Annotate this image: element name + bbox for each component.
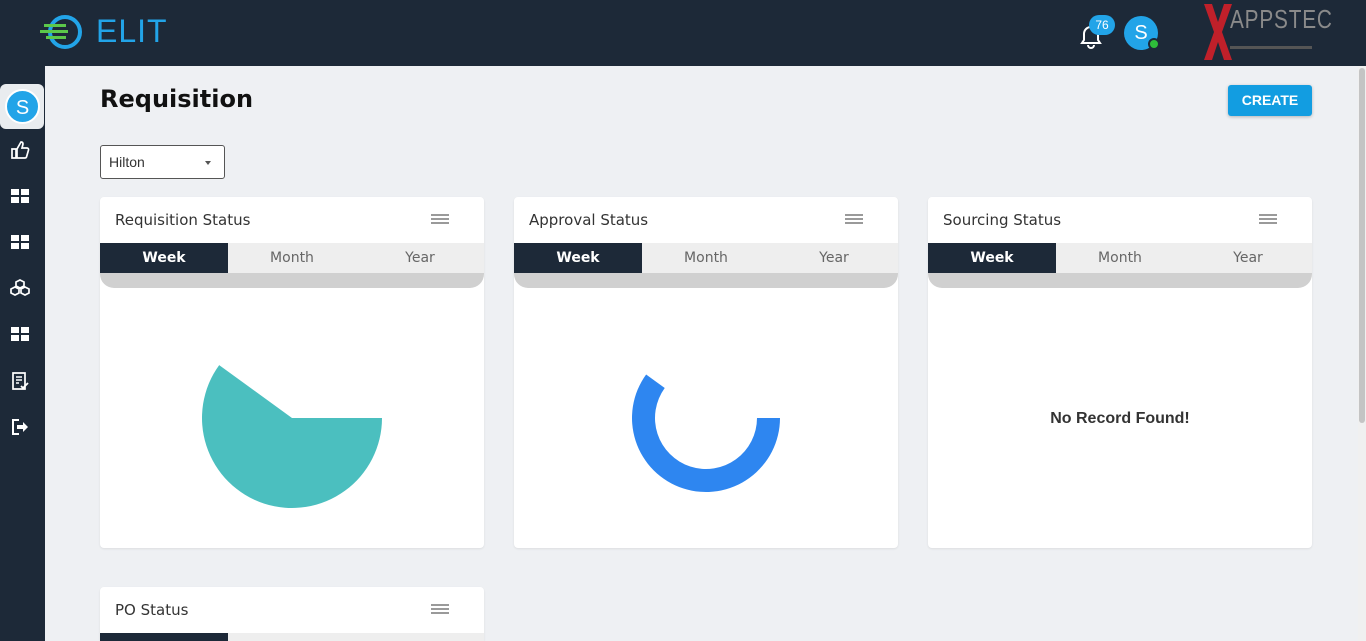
top-bar <box>0 0 1366 66</box>
grid-icon[interactable] <box>10 232 30 252</box>
brand-text: APPSTEC <box>1230 4 1333 34</box>
menu-icon[interactable] <box>431 214 449 224</box>
cubes-icon[interactable] <box>10 278 30 298</box>
pie-slice-0[interactable] <box>632 374 780 492</box>
hotel-select[interactable]: Hilton <box>100 145 225 179</box>
sidebar-avatar[interactable]: S <box>5 89 40 124</box>
tab-week[interactable]: Week <box>100 243 228 273</box>
tab-year[interactable]: Year <box>770 243 898 273</box>
menu-icon[interactable] <box>1259 214 1277 224</box>
tab-week[interactable]: Week <box>928 243 1056 273</box>
requisition-pie-chart <box>202 365 382 508</box>
chevron-down-icon <box>205 161 211 165</box>
menu-icon[interactable] <box>431 604 449 614</box>
tab-year[interactable]: Year <box>356 633 484 641</box>
menu-icon[interactable] <box>845 214 863 224</box>
logout-icon[interactable] <box>10 417 30 437</box>
empty-message: No Record Found! <box>1050 410 1190 427</box>
tabs-underlay <box>928 273 1312 288</box>
approval-status-card: Approval Status Week Month Year <box>514 197 898 548</box>
po-status-card: PO Status Week Month Year <box>100 587 484 641</box>
card-title: PO Status <box>115 601 189 619</box>
create-button[interactable]: CREATE <box>1228 85 1312 116</box>
period-tabs: Week Month Year <box>100 633 484 641</box>
period-tabs: Week Month Year <box>514 243 898 273</box>
tab-week[interactable]: Week <box>514 243 642 273</box>
checklist-icon[interactable] <box>10 371 30 391</box>
hotel-select-value: Hilton <box>109 154 145 170</box>
tab-month[interactable]: Month <box>642 243 770 273</box>
approval-donut-chart <box>632 374 780 492</box>
tab-month[interactable]: Month <box>1056 243 1184 273</box>
scrollbar-thumb[interactable] <box>1359 68 1365 423</box>
thumbs-up-icon[interactable] <box>10 140 30 160</box>
online-status-dot <box>1148 38 1160 50</box>
tab-month[interactable]: Month <box>228 633 356 641</box>
grid-icon[interactable] <box>10 324 30 344</box>
period-tabs: Week Month Year <box>100 243 484 273</box>
tab-year[interactable]: Year <box>356 243 484 273</box>
sourcing-status-card: Sourcing Status Week Month Year No Recor… <box>928 197 1312 548</box>
tab-week[interactable]: Week <box>100 633 228 641</box>
tab-month[interactable]: Month <box>228 243 356 273</box>
pie-slice-0[interactable] <box>202 365 382 508</box>
tabs-underlay <box>514 273 898 288</box>
grid-icon[interactable] <box>10 186 30 206</box>
card-title: Sourcing Status <box>943 211 1062 229</box>
period-tabs: Week Month Year <box>928 243 1312 273</box>
page-title: Requisition <box>100 85 254 113</box>
tabs-underlay <box>100 273 484 288</box>
card-title: Requisition Status <box>115 211 251 229</box>
notification-badge[interactable]: 76 <box>1089 15 1115 35</box>
logo-text: ELIT <box>96 13 168 49</box>
tab-year[interactable]: Year <box>1184 243 1312 273</box>
requisition-status-card: Requisition Status Week Month Year <box>100 197 484 548</box>
card-title: Approval Status <box>529 211 649 229</box>
